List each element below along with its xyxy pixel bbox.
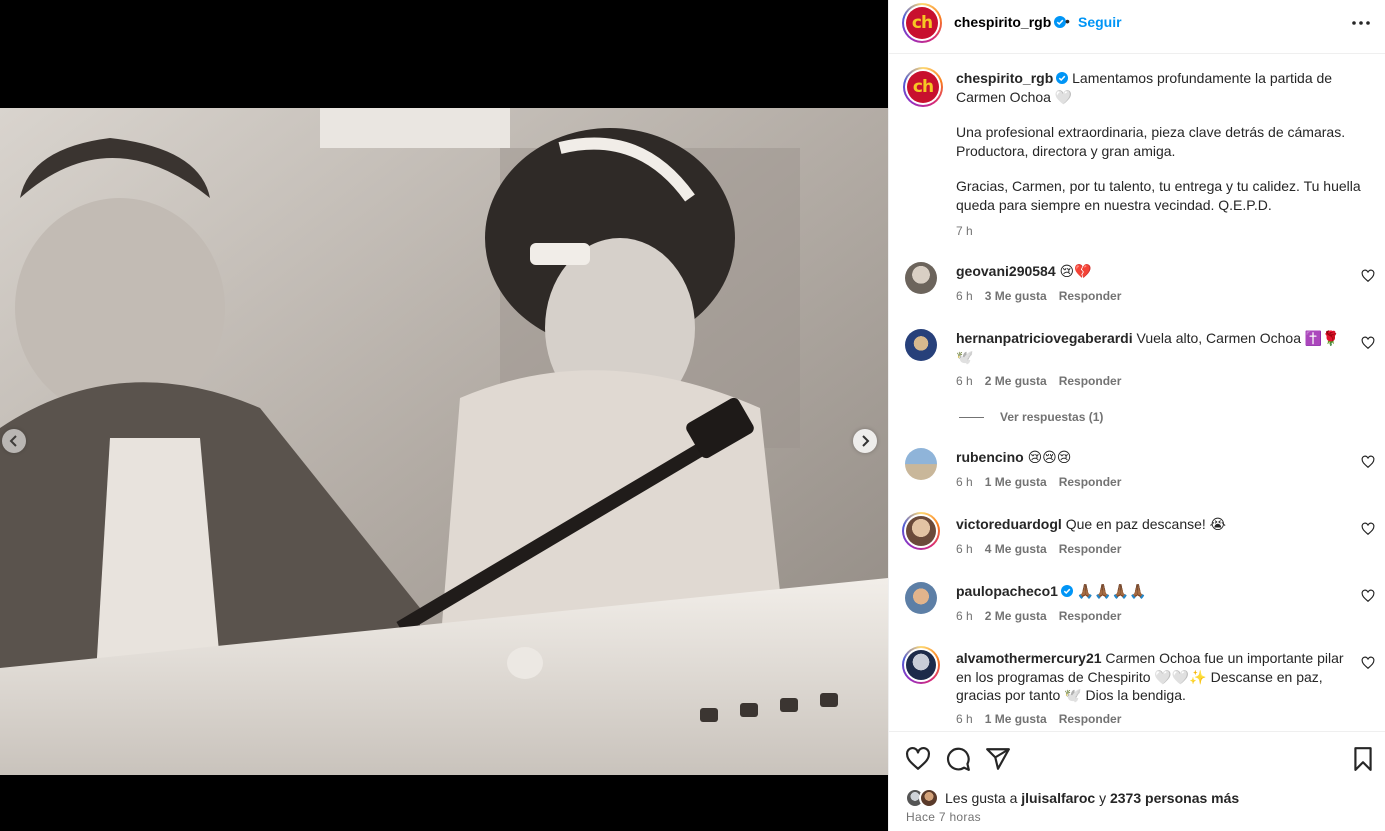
comment-likes[interactable]: 2 Me gusta <box>985 374 1047 388</box>
caption-paragraph-2: Una profesional extraordinaria, pieza cl… <box>956 124 1346 159</box>
heart-icon[interactable] <box>1361 336 1375 350</box>
comment-text: geovani290584 😢💔 <box>956 262 1356 281</box>
comment-username[interactable]: alvamothermercury21 <box>956 650 1102 666</box>
likes-summary[interactable]: Les gusta a jluisalfaroc y 2373 personas… <box>905 788 1239 808</box>
photo-illustration <box>0 108 888 775</box>
media-panel <box>0 0 888 831</box>
comment-text: hernanpatriciovegaberardi Vuela alto, Ca… <box>956 329 1356 366</box>
comment-icon[interactable] <box>945 746 971 772</box>
comment-likes[interactable]: 3 Me gusta <box>985 289 1047 303</box>
reply-button[interactable]: Responder <box>1059 374 1122 388</box>
post-actions: Les gusta a jluisalfaroc y 2373 personas… <box>889 731 1385 831</box>
caption-paragraph-3: Gracias, Carmen, por tu talento, tu entr… <box>956 178 1361 213</box>
post-side-panel: ch chespirito_rgb • Seguir ch chespirito… <box>888 0 1385 831</box>
comment-meta: 6 h 1 Me gusta Responder <box>956 712 1133 726</box>
caption-avatar[interactable]: ch <box>903 67 943 107</box>
share-icon[interactable] <box>985 746 1011 772</box>
comment-meta: 6 h 4 Me gusta Responder <box>956 542 1133 556</box>
caption-body: chespirito_rgb Lamentamos profundamente … <box>956 69 1371 241</box>
chespirito-logo: ch <box>907 71 939 103</box>
comment-body: Que en paz descanse! 😭 <box>1065 516 1227 532</box>
verified-icon <box>1060 585 1073 597</box>
likes-connector: y <box>1099 790 1107 806</box>
comment-meta: 6 h 1 Me gusta Responder <box>956 475 1133 489</box>
comment-text: alvamothermercury21 Carmen Ochoa fue un … <box>956 649 1356 705</box>
commenter-avatar[interactable] <box>905 582 937 614</box>
comment-time[interactable]: 6 h <box>956 289 973 303</box>
next-photo-button[interactable] <box>853 429 877 453</box>
likes-text: Les gusta a jluisalfaroc y 2373 personas… <box>945 790 1239 806</box>
commenter-avatar[interactable] <box>905 262 937 294</box>
likes-prefix: Les gusta a <box>945 790 1018 806</box>
commenter-avatar[interactable] <box>905 448 937 480</box>
comment-time[interactable]: 6 h <box>956 475 973 489</box>
commenter-avatar[interactable] <box>905 329 937 361</box>
author-username[interactable]: chespirito_rgb <box>954 14 1051 30</box>
author-avatar[interactable]: ch <box>902 3 942 43</box>
heart-icon[interactable] <box>1361 589 1375 603</box>
heart-icon[interactable] <box>1361 522 1375 536</box>
comment-time[interactable]: 6 h <box>956 542 973 556</box>
reply-button[interactable]: Responder <box>1059 609 1122 623</box>
post-photo[interactable] <box>0 108 888 775</box>
reply-button[interactable]: Responder <box>1059 289 1122 303</box>
follow-button[interactable]: Seguir <box>1078 14 1122 30</box>
verified-icon <box>1056 72 1069 84</box>
liker-avatar <box>919 788 939 808</box>
commenter-avatar[interactable] <box>902 646 940 684</box>
comments-list[interactable]: ch chespirito_rgb Lamentamos profundamen… <box>889 55 1385 731</box>
comment-text: rubencino 😢😢😢 <box>956 448 1356 467</box>
caption-username[interactable]: chespirito_rgb <box>956 70 1053 86</box>
reply-button[interactable]: Responder <box>1059 542 1122 556</box>
comment-text: paulopacheco1 🙏🏾🙏🏾🙏🏾🙏🏾 <box>956 582 1356 601</box>
post-timestamp[interactable]: Hace 7 horas <box>906 810 981 824</box>
post-header: ch chespirito_rgb • Seguir <box>889 0 1385 54</box>
comment-username[interactable]: paulopacheco1 <box>956 583 1058 599</box>
heart-icon[interactable] <box>1361 269 1375 283</box>
heart-icon[interactable] <box>1361 455 1375 469</box>
separator-dot: • <box>1065 13 1070 29</box>
heart-icon[interactable] <box>905 746 931 772</box>
commenter-avatar[interactable] <box>902 512 940 550</box>
view-replies-button[interactable]: Ver respuestas (1) <box>959 410 1103 424</box>
comment-body: 🙏🏾🙏🏾🙏🏾🙏🏾 <box>1076 583 1147 599</box>
instagram-post-view: ch chespirito_rgb • Seguir ch chespirito… <box>0 0 1385 831</box>
comment-likes[interactable]: 1 Me gusta <box>985 712 1047 726</box>
chespirito-logo: ch <box>906 7 938 39</box>
author-username-row[interactable]: chespirito_rgb <box>954 14 1067 30</box>
comment-username[interactable]: rubencino <box>956 449 1024 465</box>
heart-icon[interactable] <box>1361 656 1375 670</box>
comment-time[interactable]: 6 h <box>956 374 973 388</box>
comment-username[interactable]: victoreduardogl <box>956 516 1062 532</box>
comment-meta: 6 h 2 Me gusta Responder <box>956 609 1133 623</box>
replies-divider-line <box>959 417 984 419</box>
chevron-left-icon <box>9 435 17 447</box>
bookmark-icon[interactable] <box>1350 746 1376 772</box>
comment-likes[interactable]: 1 Me gusta <box>985 475 1047 489</box>
comment-meta: 6 h 3 Me gusta Responder <box>956 289 1133 303</box>
comment-username[interactable]: geovani290584 <box>956 263 1056 279</box>
comment-body: 😢😢😢 <box>1027 449 1072 465</box>
comment-text: victoreduardogl Que en paz descanse! 😭 <box>956 515 1356 534</box>
comment-time[interactable]: 6 h <box>956 712 973 726</box>
liker-username[interactable]: jluisalfaroc <box>1021 790 1095 806</box>
chevron-right-icon <box>862 435 870 447</box>
likes-count[interactable]: 2373 personas más <box>1110 790 1239 806</box>
previous-photo-button[interactable] <box>2 429 26 453</box>
more-icon[interactable] <box>1351 13 1371 33</box>
reply-button[interactable]: Responder <box>1059 475 1122 489</box>
comment-likes[interactable]: 2 Me gusta <box>985 609 1047 623</box>
view-replies-label: Ver respuestas (1) <box>1000 410 1104 424</box>
comment-username[interactable]: hernanpatriciovegaberardi <box>956 330 1133 346</box>
reply-button[interactable]: Responder <box>1059 712 1122 726</box>
comment-meta: 6 h 2 Me gusta Responder <box>956 374 1133 388</box>
comment-body: 😢💔 <box>1059 263 1092 279</box>
caption-time[interactable]: 7 h <box>956 222 1371 241</box>
comment-time[interactable]: 6 h <box>956 609 973 623</box>
comment-likes[interactable]: 4 Me gusta <box>985 542 1047 556</box>
